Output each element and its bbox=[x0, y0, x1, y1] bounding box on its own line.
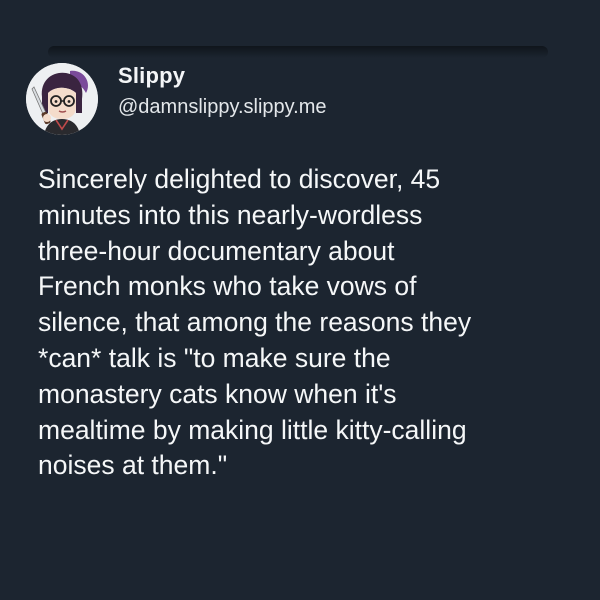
user-handle[interactable]: @damnslippy.slippy.me bbox=[118, 96, 327, 119]
post-text-line: silence, that among the reasons they bbox=[38, 307, 472, 338]
post-text-line: Sincerely delighted to discover, 45 bbox=[38, 164, 441, 194]
post-text-line: *can* talk is "to make sure the bbox=[38, 342, 391, 373]
social-post: Slippy @damnslippy.slippy.me Sincerely d… bbox=[0, 0, 600, 600]
avatar[interactable] bbox=[26, 63, 98, 135]
post-text-line: minutes into this nearly-wordless bbox=[38, 199, 423, 230]
post-text-line: French monks who take vows of bbox=[38, 271, 417, 302]
post-text: Sincerely delighted to discover, 45 minu… bbox=[38, 162, 583, 484]
post-text-line: monastery cats know when it's bbox=[38, 378, 397, 409]
post-text-line: mealtime by making little kitty-calling bbox=[38, 414, 467, 445]
post-text-line: three-hour documentary about bbox=[38, 235, 395, 266]
display-name[interactable]: Slippy bbox=[118, 63, 185, 89]
post-text-line: noises at them." bbox=[38, 450, 228, 481]
avatar-icon bbox=[26, 63, 98, 135]
